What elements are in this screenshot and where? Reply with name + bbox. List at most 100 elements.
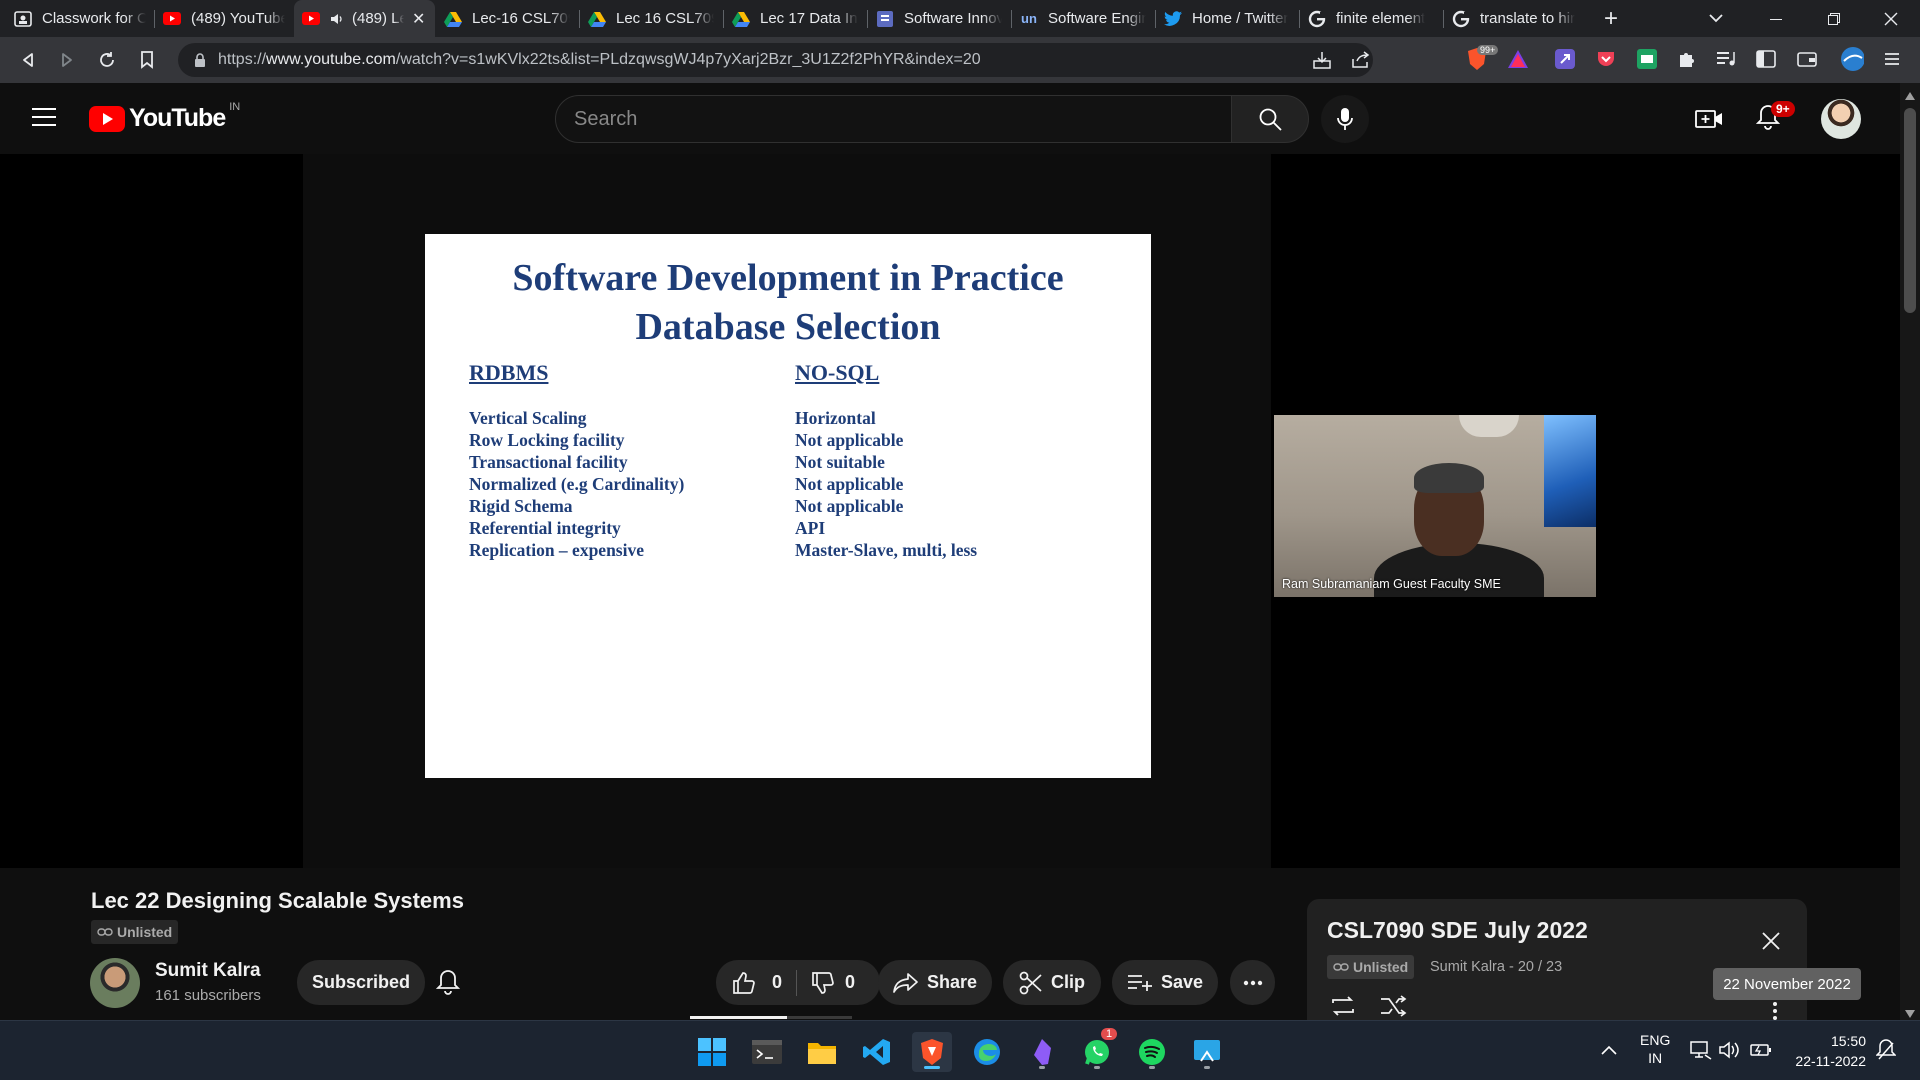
hamburger-menu-icon[interactable] (32, 107, 56, 132)
google-icon (1452, 10, 1470, 28)
network-icon[interactable] (1690, 1040, 1712, 1065)
browser-menu-icon[interactable] (1880, 47, 1904, 71)
subscribed-button[interactable]: Subscribed (297, 960, 425, 1005)
notification-badge: 9+ (1771, 101, 1795, 117)
subscriber-count: 161 subscribers (155, 987, 261, 1004)
search-input[interactable]: Search (555, 95, 1232, 143)
battery-icon[interactable] (1750, 1042, 1772, 1063)
thumbs-up-icon (733, 971, 755, 994)
lecture-slide: Software Development in Practice Databas… (425, 234, 1151, 778)
google-drive-icon (444, 10, 462, 28)
language-indicator[interactable]: ENG IN (1640, 1031, 1670, 1067)
sidebar-toggle-icon[interactable] (1754, 47, 1778, 71)
scroll-up-arrow-icon[interactable] (1905, 87, 1915, 105)
tab-software-engin[interactable]: un Software Engin (1012, 0, 1154, 37)
dislike-button[interactable]: 0 (811, 971, 855, 995)
like-button[interactable]: 0 (732, 971, 782, 995)
voice-search-button[interactable] (1321, 95, 1369, 143)
tab-software-innov[interactable]: Software Innov (868, 0, 1010, 37)
youtube-logo[interactable]: YouTube IN (89, 101, 240, 133)
like-count: 0 (772, 972, 783, 992)
vscode-icon[interactable] (857, 1032, 897, 1072)
file-explorer-icon[interactable] (802, 1032, 842, 1072)
tray-chevron-icon[interactable] (1601, 1043, 1617, 1061)
close-window-button[interactable] (1868, 0, 1914, 37)
new-tab-button[interactable]: + (1598, 5, 1624, 32)
clip-button[interactable]: Clip (1003, 960, 1101, 1005)
profile-avatar-icon[interactable] (1840, 47, 1864, 71)
save-button[interactable]: Save (1112, 960, 1218, 1005)
extension-icon[interactable] (1553, 47, 1577, 71)
search-button[interactable] (1231, 95, 1309, 143)
scissors-icon (1019, 971, 1042, 994)
tab-drive-lec16b[interactable]: Lec 16 CSL709 (580, 0, 722, 37)
more-actions-button[interactable] (1230, 960, 1275, 1005)
tab-google-finite-element[interactable]: finite element (1300, 0, 1442, 37)
create-video-icon[interactable] (1695, 107, 1723, 134)
speaker-icon[interactable] (330, 13, 344, 25)
obsidian-icon[interactable] (1022, 1032, 1062, 1072)
brave-rewards-icon[interactable] (1506, 47, 1530, 71)
tab-title: finite element (1336, 10, 1426, 27)
tab-youtube-lecture[interactable]: (489) Le ✕ (294, 0, 435, 37)
share-button[interactable]: Share (878, 960, 992, 1005)
brave-shields-icon[interactable]: 99+ (1465, 45, 1499, 71)
terminal-icon[interactable] (747, 1032, 787, 1072)
notification-center-icon[interactable] (1875, 1038, 1897, 1067)
playlist-title[interactable]: CSL7090 SDE July 2022 (1327, 917, 1588, 944)
restore-button[interactable] (1811, 0, 1857, 37)
speaker-webcam: Ram Subramaniam Guest Faculty SME (1274, 415, 1596, 597)
bookmark-icon[interactable] (132, 45, 162, 75)
clock[interactable]: 15:50 22-11-2022 (1794, 1031, 1866, 1071)
volume-icon[interactable] (1719, 1040, 1741, 1065)
shuffle-playlist-icon[interactable] (1379, 995, 1407, 1022)
loop-playlist-icon[interactable] (1329, 995, 1357, 1022)
channel-avatar[interactable] (90, 958, 140, 1008)
tab-title: Software Innov (904, 10, 1002, 27)
tab-drive-lec16a[interactable]: Lec-16 CSL709 (436, 0, 578, 37)
page-scrollbar[interactable] (1900, 83, 1920, 1020)
rdbms-row: Rigid Schema (469, 496, 573, 516)
tab-search-chevron-icon[interactable] (1706, 8, 1732, 30)
tab-classwork[interactable]: Classwork for C (6, 0, 154, 37)
tab-title: (489) Le (352, 10, 404, 27)
sheets-extension-icon[interactable] (1635, 47, 1659, 71)
tab-google-translate[interactable]: translate to hir (1444, 0, 1586, 37)
notification-bell-icon[interactable] (435, 968, 461, 1001)
tab-title: Lec-16 CSL709 (472, 10, 570, 27)
edge-icon[interactable] (967, 1032, 1007, 1072)
reload-button[interactable] (92, 45, 122, 75)
user-avatar[interactable] (1821, 99, 1861, 139)
pocket-icon[interactable] (1594, 47, 1618, 71)
windows-start-icon[interactable] (692, 1032, 732, 1072)
wallet-icon[interactable] (1795, 47, 1819, 71)
lock-icon[interactable] (194, 53, 206, 67)
channel-name[interactable]: Sumit Kalra (155, 960, 261, 982)
forward-button[interactable] (52, 45, 82, 75)
tab-youtube-home[interactable]: (489) YouTube (155, 0, 293, 37)
nosql-row: Horizontal (795, 408, 876, 428)
back-button[interactable] (13, 45, 43, 75)
clock-date: 22-11-2022 (1795, 1053, 1866, 1069)
close-tab-icon[interactable]: ✕ (412, 9, 425, 29)
spotify-icon[interactable] (1132, 1032, 1172, 1072)
extensions-puzzle-icon[interactable] (1675, 47, 1699, 71)
close-playlist-icon[interactable] (1761, 931, 1781, 956)
scrollbar-thumb[interactable] (1904, 108, 1916, 313)
google-icon (1308, 10, 1326, 28)
install-app-icon[interactable] (1313, 51, 1331, 74)
tab-drive-lec17[interactable]: Lec 17 Data Int (724, 0, 866, 37)
share-page-icon[interactable] (1351, 51, 1371, 74)
playlist-media-icon[interactable] (1714, 47, 1738, 71)
snipping-tool-icon[interactable] (1187, 1032, 1227, 1072)
whatsapp-icon[interactable]: 1 (1077, 1028, 1118, 1072)
url-prefix: https:// (218, 51, 267, 68)
lang-line2: IN (1648, 1050, 1663, 1066)
youtube-icon (302, 10, 320, 28)
minimize-button[interactable] (1753, 0, 1799, 37)
playlist-meta: Sumit Kalra - 20 / 23 (1430, 959, 1563, 975)
tab-twitter[interactable]: Home / Twitter (1156, 0, 1298, 37)
brave-browser-icon[interactable] (912, 1032, 952, 1072)
lang-line1: ENG (1640, 1032, 1671, 1048)
address-bar[interactable]: https://www.youtube.com/watch?v=s1wKVlx2… (178, 43, 1373, 77)
